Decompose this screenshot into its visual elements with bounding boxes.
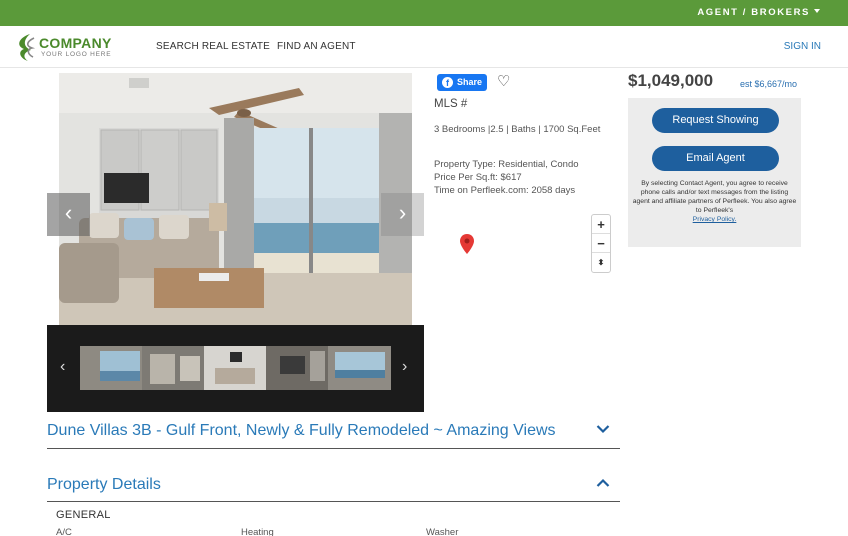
agent-brokers-menu[interactable]: AGENT / BROKERS (697, 7, 820, 18)
thumbnails (80, 346, 391, 390)
time-on-site: Time on Perfleek.com: 2058 days (434, 185, 576, 196)
property-type: Property Type: Residential, Condo (434, 159, 579, 170)
map-pin-icon[interactable] (460, 234, 474, 254)
top-utility-bar: AGENT / BROKERS (0, 0, 848, 26)
caret-down-icon (814, 9, 820, 13)
detail-label-ac: A/C (56, 527, 72, 536)
divider (47, 448, 620, 449)
thumb-prev-button[interactable]: ‹ (60, 358, 65, 376)
request-showing-button[interactable]: Request Showing (652, 108, 779, 133)
zoom-in-button[interactable]: + (592, 215, 610, 234)
listing-price: $1,049,000 (628, 71, 714, 90)
detail-label-washer: Washer (426, 527, 459, 536)
thumbnail-strip: ‹ › (47, 325, 424, 412)
nav-find-agent[interactable]: FIND AN AGENT (277, 41, 356, 52)
compass-reset-button[interactable]: ⬍ (592, 253, 610, 272)
estimated-payment-link[interactable]: est $6,667/mo (740, 79, 797, 89)
company-logo[interactable]: COMPANY YOUR LOGO HERE (14, 32, 124, 64)
living-room-photo (59, 73, 412, 325)
map-zoom-controls: + − ⬍ (591, 214, 611, 273)
zoom-out-button[interactable]: − (592, 234, 610, 253)
property-info: Property Type: Residential, Condo Price … (434, 158, 604, 197)
contact-agent-panel: Request Showing Email Agent By selecting… (628, 98, 801, 247)
nav-search-real-estate[interactable]: SEARCH REAL ESTATE (156, 41, 270, 52)
price-per-sqft: Price Per Sq.ft: $617 (434, 172, 522, 183)
detail-label-heating: Heating (241, 527, 274, 536)
favorite-heart-icon[interactable]: ♡ (497, 74, 510, 90)
main-navbar: COMPANY YOUR LOGO HERE SEARCH REAL ESTAT… (0, 26, 848, 68)
chevron-left-icon: ‹ (64, 200, 73, 225)
contact-disclaimer: By selecting Contact Agent, you agree to… (632, 179, 797, 224)
share-label: Share (457, 77, 483, 87)
leaf-logo-icon (19, 34, 36, 61)
property-details-heading[interactable]: Property Details (47, 476, 161, 494)
chevron-down-icon[interactable] (596, 424, 610, 434)
gallery-prev-button[interactable]: ‹ (47, 193, 90, 236)
privacy-policy-link[interactable]: Privacy Policy. (693, 216, 737, 223)
facebook-share-button[interactable]: f Share (437, 74, 487, 91)
thumb-next-button[interactable]: › (402, 358, 407, 376)
agent-brokers-label: AGENT / BROKERS (697, 7, 810, 18)
thumbnail-images (80, 346, 391, 390)
disclaimer-text: By selecting Contact Agent, you agree to… (632, 180, 797, 214)
facebook-icon: f (442, 77, 453, 88)
logo-tagline: YOUR LOGO HERE (41, 51, 112, 58)
listing-title[interactable]: Dune Villas 3B - Gulf Front, Newly & Ful… (47, 422, 556, 440)
mls-number: MLS # (434, 98, 468, 110)
sign-in-link[interactable]: SIGN IN (784, 41, 821, 52)
chevron-up-icon[interactable] (596, 478, 610, 488)
gallery-next-button[interactable]: › (381, 193, 424, 236)
property-facts: 3 Bedrooms |2.5 | Baths | 1700 Sq.Feet (434, 124, 601, 135)
chevron-right-icon: › (398, 200, 407, 225)
main-listing-photo[interactable] (59, 73, 412, 325)
divider (47, 501, 620, 502)
email-agent-button[interactable]: Email Agent (652, 146, 779, 171)
logo-company-name: COMPANY (39, 35, 112, 51)
general-section-label: GENERAL (56, 509, 111, 521)
